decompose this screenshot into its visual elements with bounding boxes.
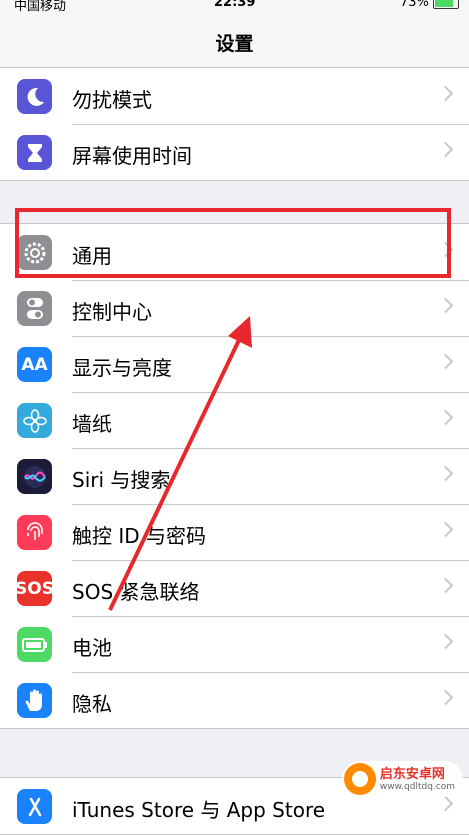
fingerprint-icon — [17, 515, 52, 550]
chevron-right-icon — [437, 85, 454, 102]
settings-row[interactable]: 屏幕使用时间 — [0, 124, 469, 180]
watermark-badge: 启东安卓网 www.qdltdq.com — [341, 761, 463, 797]
chevron-right-icon — [437, 689, 454, 706]
settings-row-label: 隐私 — [72, 692, 112, 716]
settings-row-label: 通用 — [72, 244, 112, 268]
flower-icon — [17, 403, 52, 438]
moon-icon — [17, 79, 52, 114]
icon-glyph: SOS — [15, 578, 54, 599]
settings-row-label: 控制中心 — [72, 300, 152, 324]
navigation-bar: 设置 — [0, 14, 469, 69]
chevron-right-icon — [437, 633, 454, 650]
settings-group-2: 通用控制中心 AA 显示与亮度墙纸 Siri 与搜索触控 ID 与密码 SOS SOS 紧… — [0, 223, 469, 729]
chevron-right-icon — [437, 465, 454, 482]
app-store-icon — [17, 789, 52, 824]
row-divider — [72, 504, 469, 505]
settings-row[interactable]: AA 显示与亮度 — [0, 336, 469, 392]
gear-icon — [17, 235, 52, 270]
row-divider — [72, 616, 469, 617]
chevron-right-icon — [437, 795, 454, 812]
settings-row-label: 电池 — [72, 636, 112, 660]
settings-row[interactable]: 电池 — [0, 616, 469, 672]
row-divider — [72, 336, 469, 337]
row-divider — [72, 672, 469, 673]
page-title: 设置 — [215, 33, 254, 55]
battery-icon — [433, 0, 459, 9]
settings-row[interactable]: 隐私 — [0, 672, 469, 728]
settings-row-label: 墙纸 — [72, 412, 112, 436]
hand-icon — [17, 683, 52, 718]
settings-row-label: 显示与亮度 — [72, 356, 172, 380]
chevron-right-icon — [437, 409, 454, 426]
chevron-right-icon — [437, 297, 454, 314]
siri-icon — [17, 459, 52, 494]
chevron-right-icon — [437, 577, 454, 594]
row-divider — [72, 448, 469, 449]
row-divider — [72, 560, 469, 561]
watermark-logo-icon — [343, 763, 376, 795]
settings-row-label: 屏幕使用时间 — [72, 144, 192, 168]
settings-row-label: 触控 ID 与密码 — [72, 524, 207, 548]
watermark-name: 启东安卓网 — [379, 766, 445, 782]
settings-row[interactable]: SOS SOS 紧急联络 — [0, 560, 469, 616]
carrier-label: 中国移动 — [14, 0, 67, 14]
sos-icon: SOS — [15, 571, 54, 606]
clock: 22:39 — [214, 0, 256, 10]
chevron-right-icon — [437, 241, 454, 258]
icon-glyph: AA — [21, 354, 48, 375]
settings-row-label: 勿扰模式 — [72, 88, 152, 112]
settings-group-1: 勿扰模式屏幕使用时间 — [0, 67, 469, 181]
settings-row[interactable]: 墙纸 — [0, 392, 469, 448]
row-divider — [72, 392, 469, 393]
settings-row-label: Siri 与搜索 — [72, 468, 171, 492]
row-divider — [72, 124, 469, 125]
settings-row[interactable]: 勿扰模式 — [0, 68, 469, 124]
settings-row[interactable]: 通用 — [0, 224, 469, 280]
status-bar: 中国移动 22:39 73% — [0, 0, 469, 14]
chevron-right-icon — [437, 353, 454, 370]
settings-row-label: SOS 紧急联络 — [72, 580, 200, 604]
settings-row[interactable]: 控制中心 — [0, 280, 469, 336]
settings-row-label: iTunes Store 与 App Store — [72, 798, 326, 822]
battery-status: 73% — [400, 0, 459, 10]
text-size-icon: AA — [17, 347, 52, 382]
row-divider — [72, 280, 469, 281]
chevron-right-icon — [437, 521, 454, 538]
toggle-icon — [17, 291, 52, 326]
battery-icon — [17, 627, 52, 662]
chevron-right-icon — [437, 141, 454, 158]
watermark-url: www.qdltdq.com — [379, 781, 455, 792]
settings-row[interactable]: 触控 ID 与密码 — [0, 504, 469, 560]
hourglass-icon — [17, 135, 52, 170]
settings-row[interactable]: Siri 与搜索 — [0, 448, 469, 504]
battery-percent: 73% — [399, 0, 429, 10]
